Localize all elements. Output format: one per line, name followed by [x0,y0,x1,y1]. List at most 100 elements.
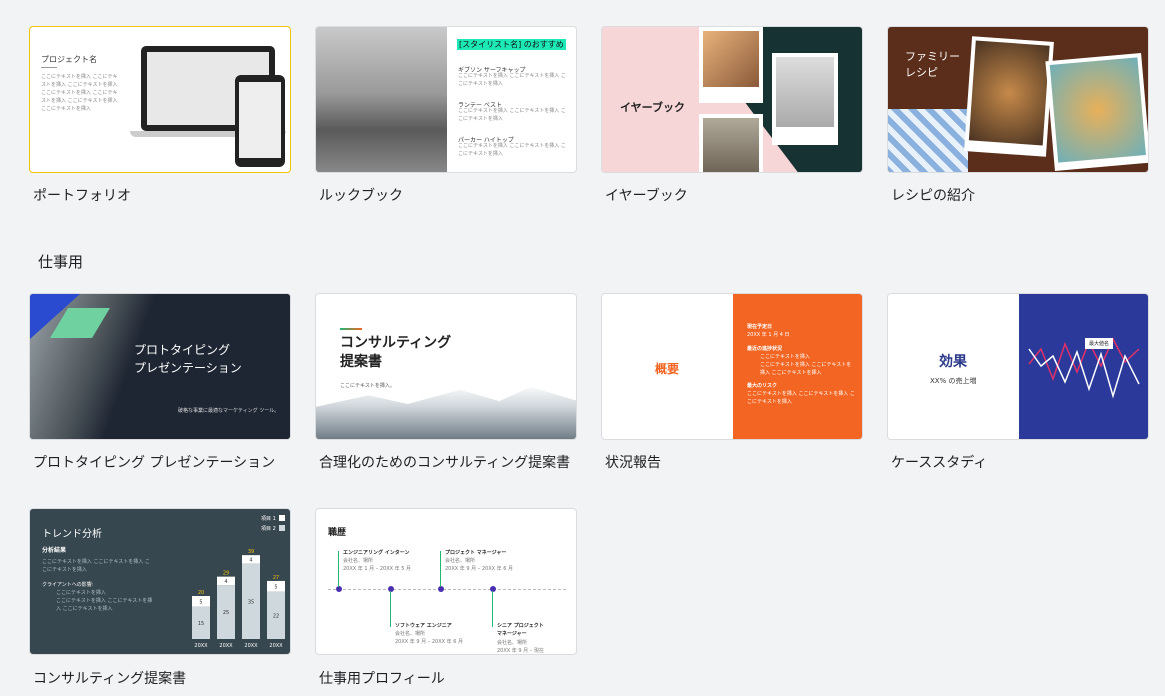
job-2-date: 20XX 年 9 月 – 20XX 年 6 月 [445,566,514,572]
recipe-title: ファミリー レシピ [905,50,960,79]
template-label-case-study: ケーススタディ [891,455,988,471]
template-label-trend-analysis: コンサルティング提案書 [33,671,187,687]
template-label-lookbook: ルックブック [319,188,403,204]
template-card-yearbook[interactable]: イヤーブック [601,26,863,173]
template-card-prototyping[interactable]: プロトタイピング プレゼンテーション 破格な事業に最適なマーケティング ツール。 [29,293,291,440]
bar-total-0: 20 [198,590,204,596]
template-card-case-study[interactable]: 効果 XX% の売上増 最大値名 [887,293,1149,440]
trend-legend-2: 項目 2 [261,526,276,532]
job-2-sub: 会社名、場所 [445,558,476,564]
template-label-status-report: 状況報告 [605,455,661,471]
status-risk-title: 最大のリスク [747,383,778,389]
yearbook-photo-2 [772,53,838,145]
timeline-stem-3 [390,591,391,627]
case-sub: XX% の売上増 [930,377,977,385]
lookbook-item-2-text: ここにテキストを挿入 ここにテキストを挿入 ここにテキストを挿入 [458,108,566,122]
legend-swatch-1 [279,515,285,521]
section-title-work: 仕事用 [38,253,84,271]
x-tick-label-1: 20XX [219,643,233,649]
trend-bullet-2: ここにテキストを挿入 ここにテキストを挿入 ここにテキストを挿入 [56,598,153,612]
trend-bullet-1: ここにテキストを挿入 [56,590,106,596]
legend-swatch-2 [279,525,285,531]
case-line-chart [1028,337,1140,399]
job-3-date: 20XX 年 9 月 – 20XX 年 6 月 [395,639,464,645]
skater-photo [316,27,447,172]
portfolio-thumb-rule [41,67,57,68]
phone-image [235,75,285,167]
trend-legend-1: 項目 1 [261,516,276,522]
lookbook-item-1-text: ここにテキストを挿入 ここにテキストを挿入 ここにテキストを挿入 [458,73,566,87]
bar-total-3: 27 [273,575,279,581]
status-progress-1: ここにテキストを挿入 [760,354,810,360]
case-title: 効果 [939,354,967,370]
x-tick-label-0: 20XX [194,643,208,649]
status-date: 20XX 年 1 月 4 日 [747,332,790,338]
timeline-dot-2 [388,586,394,592]
timeline-stem-4 [492,591,493,627]
timeline-line [328,589,566,590]
timeline-dot-3 [438,586,444,592]
timeline-dot-4 [490,586,496,592]
bar-label-series2-0: 15 [198,621,204,627]
template-card-trend-analysis[interactable]: トレンド分析 分析結果 ここにテキストを挿入 ここにテキストを挿入 ここにテキス… [29,508,291,655]
template-label-portfolio: ポートフォリオ [33,188,131,204]
template-card-recipe[interactable]: ファミリー レシピ [887,26,1149,173]
accent-rule [340,328,362,330]
bar-label-series2-3: 22 [273,613,279,619]
job-3-title: ソフトウェア エンジニア [395,623,452,629]
status-progress-title: 最近の進捗状況 [747,346,783,352]
timeline-stem-2 [440,551,441,587]
trend-bar-chart: 15 5 20 20XX 25 4 29 20XX 35 4 39 20XX 22 5 27 20XX [192,549,285,649]
bar-label-series1-0: 5 [199,599,202,605]
yearbook-photo-3 [699,114,763,172]
lookbook-item-3-text: ここにテキストを挿入 ここにテキストを挿入 ここにテキストを挿入 [458,143,566,157]
template-label-work-profile: 仕事用プロフィール [319,671,445,687]
lookbook-heading: [スタイリスト名] のおすすめ [457,39,566,50]
bar-label-series1-1: 4 [224,579,227,585]
job-1-date: 20XX 年 1 月 – 20XX 年 5 月 [343,566,412,572]
template-label-recipe: レシピの紹介 [891,188,975,204]
job-1-sub: 会社名、場所 [343,558,374,564]
consulting-sub: ここにテキストを挿入。 [340,383,395,389]
prototyping-sub: 破格な事業に最適なマーケティング ツール。 [178,408,280,414]
yearbook-title: イヤーブック [620,101,686,114]
case-tooltip: 最大値名 [1085,338,1114,349]
case-blue-panel [1019,294,1148,439]
bar-label-series1-3: 5 [274,584,277,590]
template-label-yearbook: イヤーブック [605,188,688,204]
pasta-photo [964,36,1054,157]
x-tick-label-2: 20XX [244,643,258,649]
trend-title: トレンド分析 [42,529,102,540]
template-card-status-report[interactable]: 概要 現在予定日 20XX 年 1 月 4 日 最近の進捗状況 ここにテキストを… [601,293,863,440]
status-date-title: 現在予定日 [747,324,773,330]
job-2-title: プロジェクト マネージャー [445,550,507,556]
consulting-title: コンサルティング 提案書 [340,335,452,370]
trend-sub: 分析結果 [42,547,67,554]
pie-photo [1045,53,1148,171]
portfolio-thumb-title: プロジェクト名 [41,55,97,64]
job-1-title: エンジニアリング インターン [343,550,410,556]
prototyping-title: プロトタイピング プレゼンテーション [134,343,242,375]
bar-label-series2-2: 35 [248,599,254,605]
checkered-cloth [888,109,968,172]
profile-title: 職歴 [328,528,347,538]
job-4-sub: 会社名、場所 [497,640,528,646]
bar-total-2: 39 [248,549,254,555]
yearbook-photo-1 [699,27,763,103]
bar-label-series1-2: 4 [249,557,252,563]
template-card-lookbook[interactable]: [スタイリスト名] のおすすめ ギブソン サーフキャップ ここにテキストを挿入 … [315,26,577,173]
template-card-consulting-proposal[interactable]: コンサルティング 提案書 ここにテキストを挿入。 [315,293,577,440]
job-4-date: 20XX 年 9 月 – 現在 [497,648,544,654]
mountain-photo [316,386,576,439]
template-card-portfolio[interactable]: プロジェクト名 ここにテキストを挿入 ここにテキストを挿入 ここにテキストを挿入… [29,26,291,173]
status-title: 概要 [655,362,680,376]
x-tick-label-3: 20XX [269,643,283,649]
job-3-sub: 会社名、場所 [395,631,426,637]
trend-client: クライアントへの影響: [42,582,94,588]
bar-total-1: 29 [223,571,229,577]
template-card-work-profile[interactable]: 職歴 エンジニアリング インターン 会社名、場所 20XX 年 1 月 – 20… [315,508,577,655]
timeline-dot-1 [336,586,342,592]
portfolio-thumb-body: ここにテキストを挿入 ここにテキストを挿入 ここにテキストを挿入 ここにテキスト… [41,74,118,112]
trend-text: ここにテキストを挿入 ここにテキストを挿入 ここにテキストを挿入 [42,559,150,573]
status-progress-2: ここにテキストを挿入 ここにテキストを挿入 ここにテキストを挿入 [760,362,852,376]
